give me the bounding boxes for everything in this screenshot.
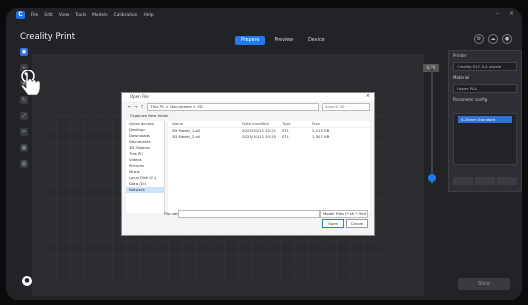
file-size: 1,307 KB — [312, 134, 330, 139]
minimize-button[interactable]: – — [496, 10, 499, 17]
search-input[interactable]: Search 3D — [322, 102, 370, 111]
cut-icon[interactable]: ✂ — [20, 128, 28, 136]
app-window: C File Edit View Tools Models Calibratio… — [6, 8, 522, 300]
layer-slider[interactable] — [431, 68, 433, 184]
material-select[interactable]: Hyper PLA — [453, 84, 517, 93]
file-name: 3D Model_2.stl — [172, 134, 200, 139]
back-icon[interactable]: ← — [128, 104, 131, 109]
tab-device[interactable]: Device — [302, 36, 330, 45]
header-icons: ⚙ ☁ ● — [474, 34, 512, 44]
support-icon[interactable]: ▦ — [20, 144, 28, 152]
dialog-toolbar[interactable]: Organize New folder — [122, 112, 374, 119]
open-button[interactable]: Open — [322, 219, 344, 228]
column-name[interactable]: Name — [168, 121, 242, 127]
menu-tools[interactable]: Tools — [75, 13, 86, 18]
dialog-close-icon[interactable]: × — [366, 93, 370, 99]
panel-buttons — [453, 177, 517, 185]
menu-help[interactable]: Help — [144, 13, 154, 18]
filename-input[interactable] — [178, 210, 320, 218]
column-date[interactable]: Date modified — [242, 121, 282, 127]
slice-button[interactable]: Slice — [458, 278, 510, 290]
tab-preview[interactable]: Preview — [268, 36, 299, 45]
menu-file[interactable]: File — [31, 13, 38, 18]
notification-icon[interactable]: ● — [22, 276, 32, 286]
panel-button-3[interactable] — [497, 177, 517, 185]
printer-heading: Printer — [453, 53, 467, 58]
file-list-header: Name Date modified Type Size — [168, 121, 370, 128]
column-type[interactable]: Type — [282, 121, 312, 127]
address-input[interactable]: This PC > Documents > 3D — [146, 102, 319, 111]
settings-icon[interactable]: ⚙ — [474, 34, 484, 44]
file-date: 2023/10/12 10:25 — [242, 134, 277, 139]
menu-bar: C File Edit View Tools Models Calibratio… — [6, 8, 522, 22]
mode-tabs: Prepare Preview Device — [235, 36, 331, 45]
panel-button-2[interactable] — [475, 177, 495, 185]
cloud-icon[interactable]: ☁ — [488, 34, 498, 44]
menu-models[interactable]: Models — [92, 13, 107, 18]
tab-prepare[interactable]: Prepare — [235, 36, 266, 45]
process-heading: Parameter config — [453, 97, 488, 102]
window-controls: – × — [496, 10, 514, 17]
app-title: Creality Print — [20, 32, 76, 42]
menu-calibration[interactable]: Calibration — [114, 13, 138, 18]
dialog-footer: File name: Model Files (*.stl *.3mf *.ob… — [122, 209, 374, 229]
pointer-hand-icon — [21, 70, 41, 96]
scale-icon[interactable]: ⤢ — [20, 112, 28, 120]
panel-button-1[interactable] — [453, 177, 473, 185]
nav-item[interactable]: Network — [126, 187, 164, 193]
menu-edit[interactable]: Edit — [44, 13, 53, 18]
settings-panel: Printer Creality K1C 0.4 nozzle Material… — [448, 50, 522, 192]
open-file-dialog: Open File × ← → ↑ This PC > Documents > … — [121, 92, 375, 236]
close-button[interactable]: × — [509, 10, 514, 17]
printer-select[interactable]: Creality K1C 0.4 nozzle — [453, 62, 517, 71]
layer-slider-handle[interactable] — [428, 174, 436, 182]
file-type: STL — [282, 134, 289, 139]
file-list: Name Date modified Type Size 3D Model_1.… — [168, 121, 370, 213]
address-bar: ← → ↑ This PC > Documents > 3D Search 3D — [122, 102, 374, 111]
dialog-title: Open File — [122, 93, 374, 101]
creality-logo-icon: C — [16, 11, 25, 19]
left-toolbar: ▣ + ✥ ↻ ⤢ ✂ ▦ ▥ — [20, 48, 30, 176]
process-item[interactable]: 0.20mm Standard — [458, 116, 512, 123]
file-row[interactable]: 3D Model_2.stl 2023/10/12 10:25 STL 1,30… — [168, 134, 370, 140]
arrange-icon[interactable]: ▥ — [20, 160, 28, 168]
filetype-select[interactable]: Model Files (*.stl *.3mf *.obj) — [320, 210, 368, 218]
forward-icon[interactable]: → — [134, 104, 137, 109]
process-list: 0.20mm Standard — [453, 113, 517, 165]
menu-view[interactable]: View — [59, 13, 69, 18]
up-icon[interactable]: ↑ — [140, 104, 143, 109]
column-size[interactable]: Size — [312, 121, 342, 127]
material-heading: Material — [453, 75, 470, 80]
import-model-icon[interactable]: ▣ — [20, 48, 28, 56]
cancel-button[interactable]: Cancel — [346, 219, 368, 228]
nav-pane: Quick access Desktop Downloads Documents… — [126, 121, 165, 213]
user-icon[interactable]: ● — [502, 34, 512, 44]
